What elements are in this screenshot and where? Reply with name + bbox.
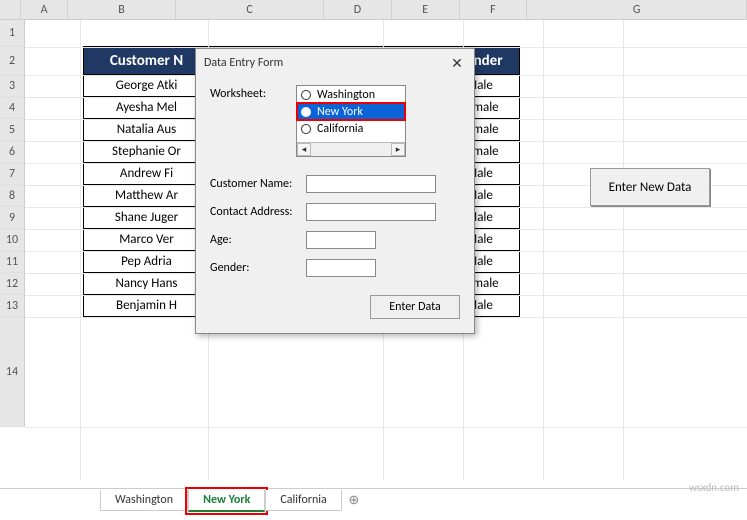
cell-name[interactable]: Ayesha Mel xyxy=(84,97,210,119)
worksheet-option-new-york[interactable]: New York xyxy=(297,103,405,120)
input-customer-name[interactable] xyxy=(306,175,436,193)
cell-name[interactable]: Shane Juger xyxy=(84,207,210,229)
row-header-9[interactable]: 9 xyxy=(0,207,25,229)
row-header-4[interactable]: 4 xyxy=(0,97,25,119)
row-header-6[interactable]: 6 xyxy=(0,141,25,163)
row-header-11[interactable]: 11 xyxy=(0,251,25,273)
cell-name[interactable]: Nancy Hans xyxy=(84,273,210,295)
scroll-left-icon[interactable]: ◂ xyxy=(297,143,311,156)
worksheet-listbox[interactable]: Washington New York California ◂ ▸ xyxy=(296,85,406,157)
row-header-12[interactable]: 12 xyxy=(0,273,25,295)
enter-data-button[interactable]: Enter Data xyxy=(370,295,460,319)
cell-name[interactable]: Marco Ver xyxy=(84,229,210,251)
worksheet-option-california[interactable]: California xyxy=(297,120,405,137)
label-age: Age: xyxy=(210,233,306,247)
worksheet-option-label: California xyxy=(317,122,363,136)
worksheet-option-washington[interactable]: Washington xyxy=(297,86,405,103)
col-header-G[interactable]: G xyxy=(527,0,747,19)
cell-name[interactable]: Benjamin H xyxy=(84,295,210,317)
listbox-scrollbar[interactable]: ◂ ▸ xyxy=(297,142,405,156)
row-header-10[interactable]: 10 xyxy=(0,229,25,251)
cell-name[interactable]: Stephanie Or xyxy=(84,141,210,163)
column-headers: ABCDEFG xyxy=(0,0,747,20)
col-header-A[interactable]: A xyxy=(21,0,68,19)
col-header-B[interactable]: B xyxy=(68,0,176,19)
label-customer-name: Customer Name: xyxy=(210,177,306,191)
dialog-titlebar: Data Entry Form ✕ xyxy=(196,49,474,77)
row-header-14[interactable]: 14 xyxy=(0,317,25,427)
cell-name[interactable]: George Atki xyxy=(84,75,210,97)
sheet-tab-bar: WashingtonNew YorkCalifornia⊕ xyxy=(0,488,747,512)
col-header-D[interactable]: D xyxy=(324,0,392,19)
label-contact-address: Contact Address: xyxy=(210,205,306,219)
input-age[interactable] xyxy=(306,231,376,249)
select-all-corner[interactable] xyxy=(0,0,21,19)
row-header-13[interactable]: 13 xyxy=(0,295,25,317)
close-icon[interactable]: ✕ xyxy=(448,54,466,72)
spreadsheet-area: ABCDEFG 1234567891011121314 Customer N G… xyxy=(0,0,747,480)
row-headers: 1234567891011121314 xyxy=(0,20,25,427)
cell-name[interactable]: Matthew Ar xyxy=(84,185,210,207)
cell-name[interactable]: Natalia Aus xyxy=(84,119,210,141)
worksheet-label: Worksheet: xyxy=(210,85,296,101)
dialog-title: Data Entry Form xyxy=(204,56,283,70)
cell-name[interactable]: Andrew Fi xyxy=(84,163,210,185)
enter-new-data-button[interactable]: Enter New Data xyxy=(590,168,710,206)
data-entry-dialog: Data Entry Form ✕ Worksheet: Washington N… xyxy=(195,48,475,334)
row-header-3[interactable]: 3 xyxy=(0,75,25,97)
radio-icon xyxy=(301,124,311,134)
worksheet-option-label: New York xyxy=(317,105,363,119)
col-header-F[interactable]: F xyxy=(460,0,528,19)
row-header-1[interactable]: 1 xyxy=(0,20,25,47)
col-header-E[interactable]: E xyxy=(392,0,460,19)
row-header-5[interactable]: 5 xyxy=(0,119,25,141)
header-customer-name: Customer N xyxy=(84,47,210,75)
sheet-tab-new-york[interactable]: New York xyxy=(188,490,265,512)
add-sheet-icon[interactable]: ⊕ xyxy=(342,493,366,508)
sheet-tab-washington[interactable]: Washington xyxy=(100,490,188,511)
row-header-2[interactable]: 2 xyxy=(0,47,25,75)
scroll-right-icon[interactable]: ▸ xyxy=(391,143,405,156)
watermark: wsxdn.com xyxy=(689,481,739,494)
worksheet-option-label: Washington xyxy=(317,88,375,102)
input-gender[interactable] xyxy=(306,259,376,277)
label-gender: Gender: xyxy=(210,261,306,275)
sheet-tab-california[interactable]: California xyxy=(265,490,341,511)
row-header-7[interactable]: 7 xyxy=(0,163,25,185)
cell-name[interactable]: Pep Adria xyxy=(84,251,210,273)
input-contact-address[interactable] xyxy=(306,203,436,221)
row-header-8[interactable]: 8 xyxy=(0,185,25,207)
radio-icon xyxy=(301,90,311,100)
col-header-C[interactable]: C xyxy=(176,0,324,19)
radio-icon xyxy=(301,107,311,117)
